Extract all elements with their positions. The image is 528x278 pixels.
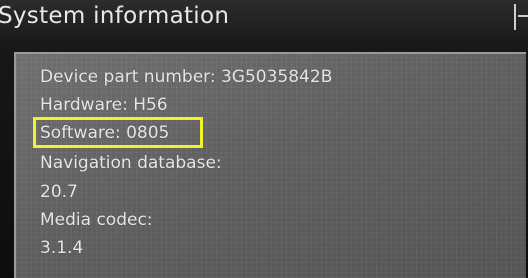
page-title: System information (0, 3, 230, 29)
close-icon[interactable] (514, 4, 528, 30)
media-codec-value: 3.1.4 (40, 238, 84, 258)
system-information-screen: System information Device part number: 3… (0, 0, 528, 278)
software-highlight-box (33, 117, 203, 148)
navigation-database-value: 20.7 (40, 182, 78, 202)
info-panel: Device part number: 3G5035842B Hardware:… (14, 52, 526, 278)
media-codec-label: Media codec: (40, 210, 153, 230)
hardware-version: Hardware: H56 (40, 95, 168, 115)
title-bar: System information (0, 0, 528, 38)
navigation-database-label: Navigation database: (40, 153, 222, 173)
device-part-number: Device part number: 3G5035842B (40, 67, 333, 87)
